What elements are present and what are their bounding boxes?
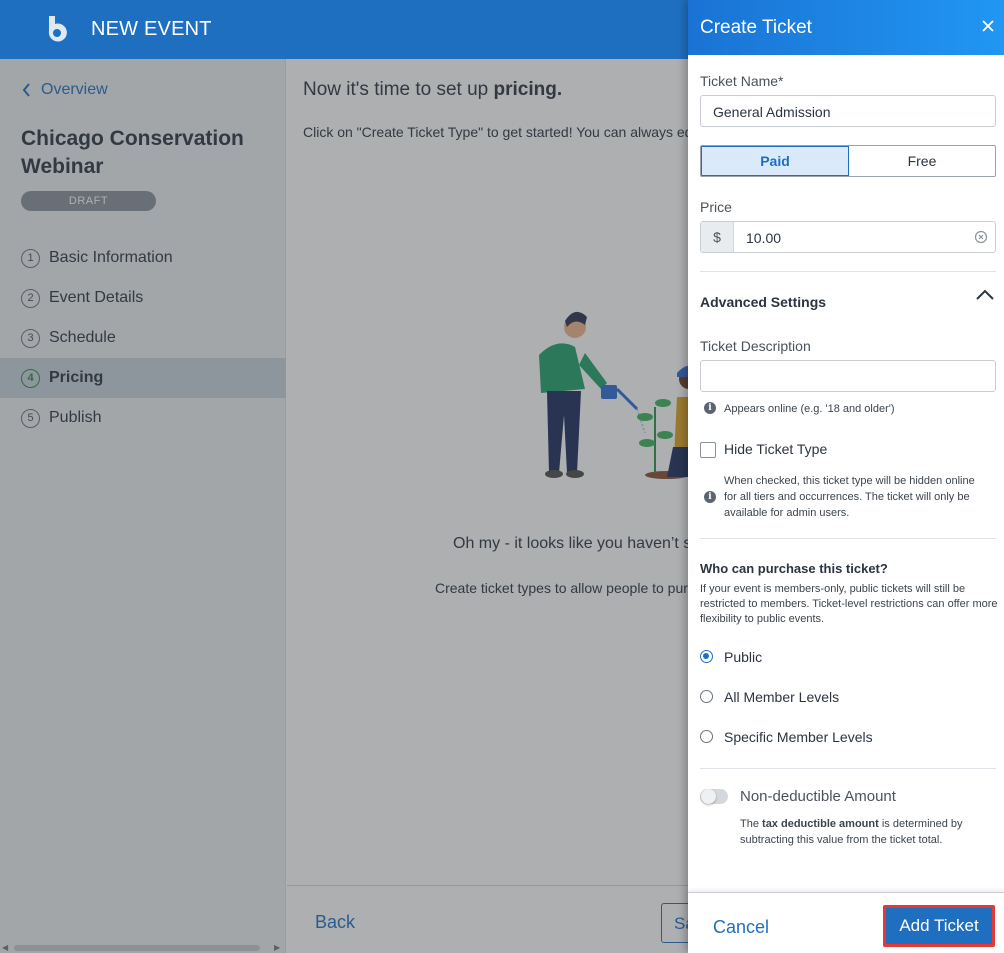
all-member-levels-label[interactable]: All Member Levels <box>724 689 839 705</box>
specific-member-levels-label[interactable]: Specific Member Levels <box>724 729 873 745</box>
hide-ticket-label[interactable]: Hide Ticket Type <box>724 441 827 457</box>
divider <box>700 271 996 272</box>
brand-logo-icon <box>48 16 67 42</box>
paid-option[interactable]: Paid <box>701 146 849 176</box>
advanced-settings-title[interactable]: Advanced Settings <box>700 294 826 310</box>
public-radio-label[interactable]: Public <box>724 649 762 665</box>
ticket-description-label: Ticket Description <box>700 338 811 354</box>
public-radio[interactable] <box>700 650 713 663</box>
hint-bold-text: tax deductible amount <box>762 818 879 830</box>
who-can-purchase-title: Who can purchase this ticket? <box>700 561 888 576</box>
drawer-header: Create Ticket <box>688 0 1004 55</box>
currency-symbol: $ <box>701 222 734 252</box>
specific-member-levels-radio[interactable] <box>700 730 713 743</box>
tax-deductible-hint: The tax deductible amount is determined … <box>740 816 990 848</box>
divider <box>700 538 996 539</box>
clear-price-button[interactable] <box>967 222 995 252</box>
who-can-purchase-description: If your event is members-only, public ti… <box>700 583 998 625</box>
hide-ticket-hint: When checked, this ticket type will be h… <box>724 475 975 519</box>
all-member-levels-radio[interactable] <box>700 690 713 703</box>
price-input-group: $ 10.00 <box>700 221 996 253</box>
hide-ticket-checkbox[interactable] <box>700 442 716 458</box>
ticket-description-input[interactable] <box>700 360 996 392</box>
info-icon: i <box>704 491 716 503</box>
modal-backdrop[interactable] <box>0 59 688 953</box>
clear-circle-icon <box>974 230 988 244</box>
close-icon[interactable] <box>980 18 996 34</box>
drawer-footer: Cancel Add Ticket <box>688 892 1004 953</box>
page-title: NEW EVENT <box>91 18 212 40</box>
non-deductible-label: Non-deductible Amount <box>740 788 896 805</box>
free-option[interactable]: Free <box>849 146 995 176</box>
description-hint: Appears online (e.g. '18 and older') <box>724 403 895 415</box>
divider <box>700 768 996 769</box>
ticket-name-input[interactable]: General Admission <box>700 95 996 127</box>
price-input[interactable]: 10.00 <box>734 222 967 252</box>
add-ticket-button[interactable]: Add Ticket <box>884 906 994 946</box>
create-ticket-drawer: Create Ticket Ticket Name* General Admis… <box>688 0 1004 953</box>
non-deductible-toggle[interactable] <box>700 789 728 804</box>
hint-text: The <box>740 818 759 830</box>
price-label: Price <box>700 199 732 215</box>
drawer-title: Create Ticket <box>700 17 812 38</box>
cancel-button[interactable]: Cancel <box>713 917 769 938</box>
pricing-type-toggle: Paid Free <box>700 145 996 177</box>
ticket-name-label: Ticket Name* <box>700 73 784 89</box>
info-icon: i <box>704 402 716 414</box>
chevron-up-icon[interactable] <box>975 288 995 302</box>
